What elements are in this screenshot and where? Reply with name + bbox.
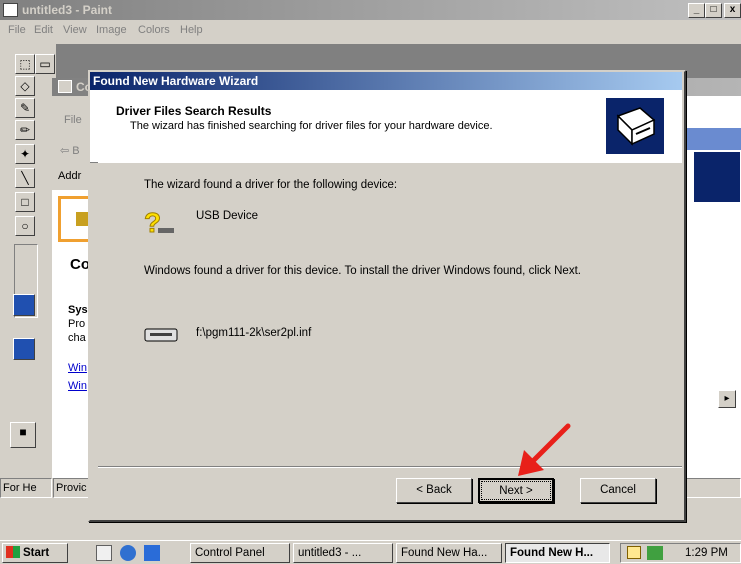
- found-driver-text: The wizard found a driver for the follow…: [144, 179, 398, 191]
- paint-menu-bar: File Edit View Image Colors Help: [0, 20, 741, 40]
- back-button[interactable]: ⇦ B: [60, 144, 80, 157]
- wizard-title-bar[interactable]: Found New Hardware Wizard: [90, 72, 682, 90]
- menu-edit[interactable]: Edit: [34, 24, 53, 36]
- tray-hardware-icon[interactable]: [627, 546, 641, 559]
- menu-image[interactable]: Image: [96, 24, 127, 36]
- scroll-right-icon[interactable]: ▸: [718, 390, 736, 408]
- control-panel-menu-file[interactable]: File: [64, 114, 82, 126]
- select-icon[interactable]: ▭: [35, 54, 55, 74]
- menu-colors[interactable]: Colors: [138, 24, 170, 36]
- outlook-express-icon[interactable]: [144, 545, 160, 561]
- line-icon[interactable]: ╲: [15, 168, 35, 188]
- link-1[interactable]: Win: [68, 362, 87, 374]
- menu-help[interactable]: Help: [180, 24, 203, 36]
- status-panel: [685, 478, 741, 498]
- menu-file[interactable]: File: [8, 24, 26, 36]
- system-icon-2[interactable]: [13, 338, 35, 360]
- control-panel-icon: [58, 80, 72, 93]
- eraser-icon[interactable]: ◇: [15, 76, 35, 96]
- back-button[interactable]: < Back: [396, 478, 472, 503]
- close-button[interactable]: x: [724, 3, 741, 18]
- install-instructions: Windows found a driver for this device. …: [144, 265, 581, 277]
- taskbar: Start Control Panel untitled3 - ... Foun…: [0, 540, 741, 564]
- device-name: USB Device: [196, 210, 258, 222]
- wizard-header-title: Driver Files Search Results: [116, 104, 272, 118]
- wizard-header: Driver Files Search Results The wizard h…: [90, 90, 682, 163]
- hardware-wizard-icon: [606, 98, 664, 154]
- maximize-button[interactable]: □: [705, 3, 722, 18]
- show-desktop-icon[interactable]: [96, 545, 112, 561]
- color-swatch-icon[interactable]: ■: [10, 422, 36, 448]
- paint-app-icon: [3, 3, 18, 17]
- airbrush-icon[interactable]: ✦: [15, 144, 35, 164]
- windows-logo-icon: [6, 546, 20, 558]
- driver-file-icon: [144, 326, 178, 344]
- system-icon[interactable]: [13, 294, 35, 316]
- task-control-panel[interactable]: Control Panel: [190, 543, 290, 563]
- unknown-device-icon: ?: [142, 206, 178, 239]
- paint-title: untitled3 - Paint: [22, 3, 112, 17]
- minimize-button[interactable]: _: [688, 3, 705, 18]
- wizard-title: Found New Hardware Wizard: [93, 74, 259, 88]
- pencil-icon[interactable]: ✏: [15, 120, 35, 140]
- right-edge-bar: [686, 128, 741, 150]
- svg-text:?: ?: [144, 207, 161, 238]
- section-line-2: cha: [68, 332, 86, 344]
- paint-status-text: For He: [0, 478, 52, 498]
- annotation-arrow-icon: [518, 423, 571, 476]
- clock: 1:29 PM: [685, 547, 728, 559]
- next-button[interactable]: Next >: [478, 478, 554, 503]
- task-found-new-hardware-active[interactable]: Found New H...: [505, 543, 610, 563]
- control-panel-status-text: Provic: [53, 478, 93, 498]
- start-button[interactable]: Start: [2, 543, 68, 563]
- section-line-1: Pro: [68, 318, 86, 330]
- back-label: B: [72, 145, 80, 157]
- driver-path: f:\pgm111-2k\ser2pl.inf: [196, 327, 312, 339]
- footer-divider: [98, 466, 682, 468]
- right-edge-logo: [694, 152, 740, 202]
- section-title: Sys: [68, 304, 88, 316]
- tray-network-icon[interactable]: [647, 546, 663, 560]
- address-label: Addr: [58, 170, 82, 182]
- menu-view[interactable]: View: [63, 24, 87, 36]
- color-picker-icon[interactable]: ✎: [15, 98, 35, 118]
- start-label: Start: [23, 547, 50, 559]
- ellipse-icon[interactable]: ○: [15, 216, 35, 236]
- header-divider: [98, 162, 682, 163]
- rectangle-icon[interactable]: □: [15, 192, 35, 212]
- task-paint[interactable]: untitled3 - ...: [293, 543, 393, 563]
- wizard-header-subtitle: The wizard has finished searching for dr…: [130, 120, 493, 132]
- task-found-new-hardware[interactable]: Found New Ha...: [396, 543, 502, 563]
- cancel-button[interactable]: Cancel: [580, 478, 656, 503]
- internet-explorer-icon[interactable]: [120, 545, 136, 561]
- paint-title-bar[interactable]: untitled3 - Paint _ □ x: [0, 0, 741, 20]
- control-panel-heading: Co: [70, 256, 90, 273]
- link-2[interactable]: Win: [68, 380, 87, 392]
- free-select-icon[interactable]: ⬚: [15, 54, 35, 74]
- paint-toolbox: ⬚ ▭ ◇ ✎ ✏ ✦ ╲ □ ○ ■: [0, 44, 56, 464]
- system-tray: 1:29 PM: [620, 543, 741, 563]
